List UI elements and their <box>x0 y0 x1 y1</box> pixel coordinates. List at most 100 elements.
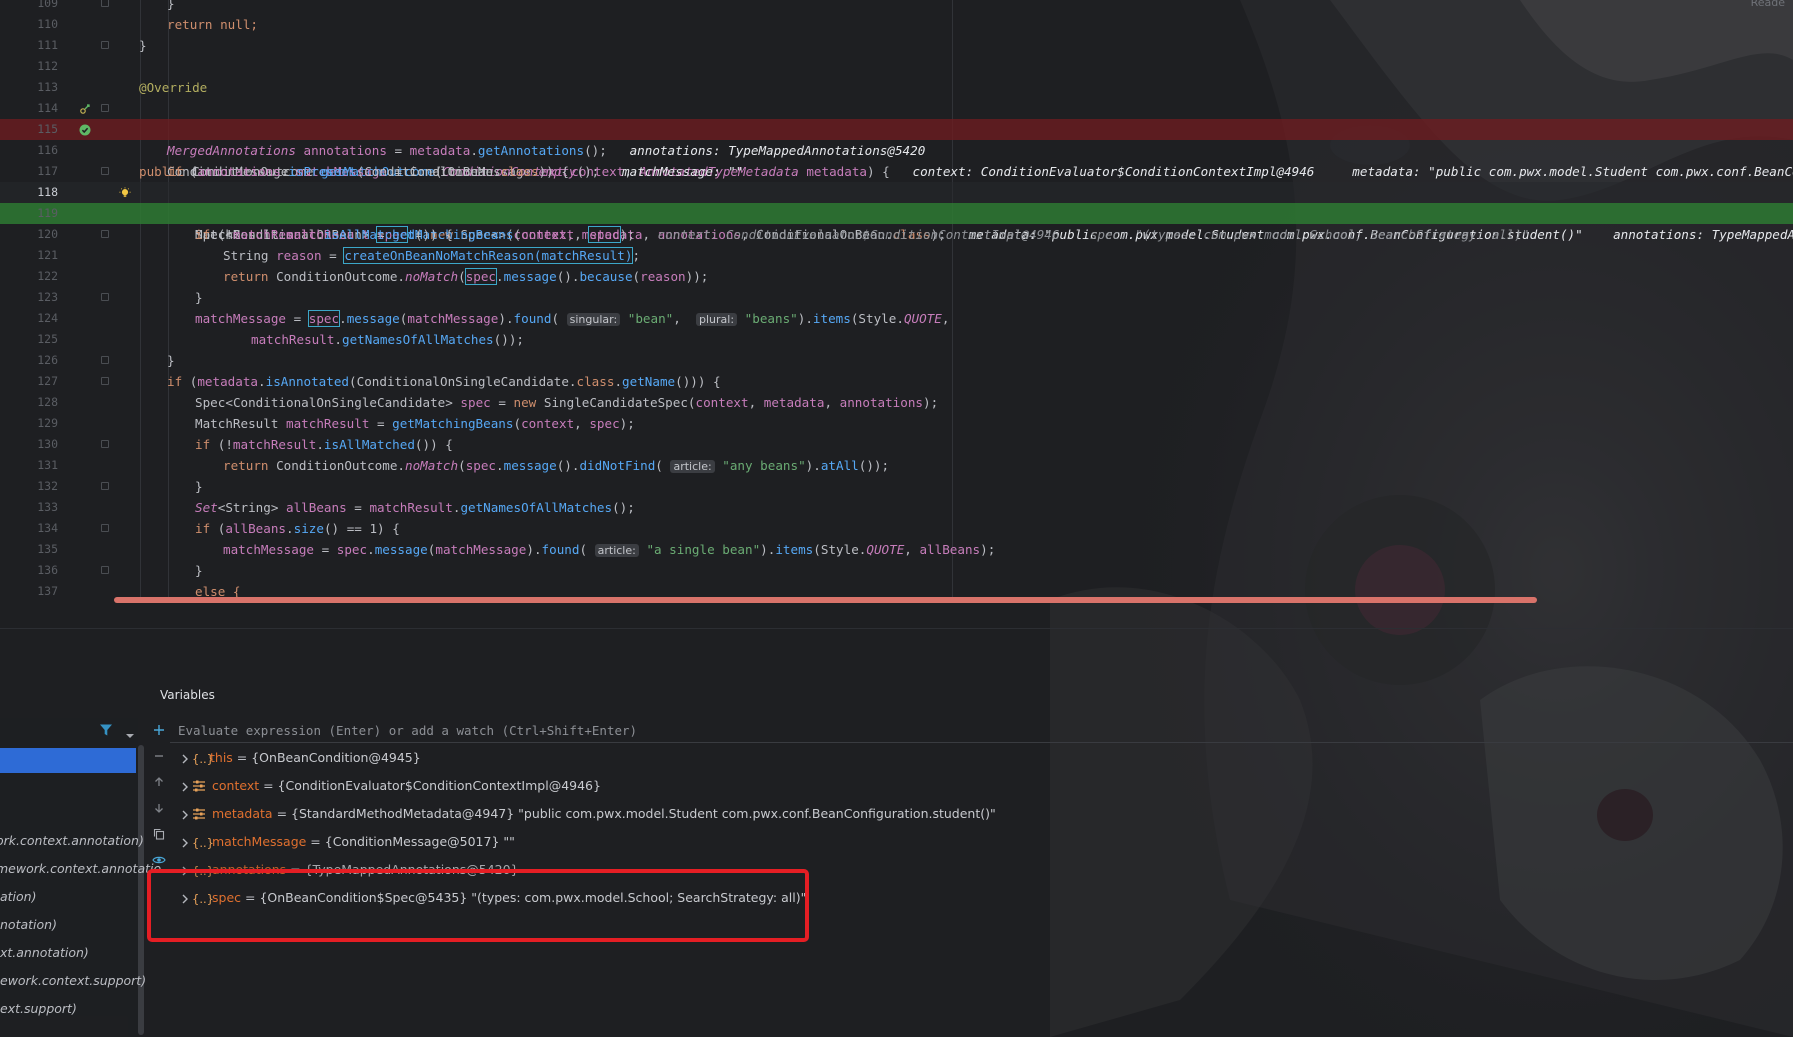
code-text: } <box>195 290 203 305</box>
code-line[interactable]: 117 if (annotations.isPresent(Conditional… <box>0 161 1793 182</box>
move-up-icon[interactable] <box>148 772 170 792</box>
copy-icon[interactable] <box>148 824 170 844</box>
code-text: } <box>167 0 175 11</box>
code-line-current[interactable]: 118 Spec<ConditionalOnBean> spec = new S… <box>0 182 1793 243</box>
code-line[interactable]: 109} <box>0 0 1793 14</box>
evaluate-expression-bar[interactable] <box>170 718 1793 743</box>
variable-string-value: "" <box>499 834 515 849</box>
line-number: 127 <box>37 374 58 388</box>
code-line-execution-point[interactable]: 119 MatchResult matchResult = getMatchin… <box>0 203 1793 243</box>
horizontal-scrollbar[interactable] <box>114 597 1537 603</box>
code-line[interactable]: 125 matchResult.getNamesOfAllMatches()); <box>0 329 1793 350</box>
code-line[interactable]: 132} <box>0 476 1793 497</box>
code-line[interactable]: 113 @Override <box>0 77 1793 98</box>
code-line[interactable]: 110 return null; <box>0 14 1793 35</box>
chevron-down-icon[interactable] <box>125 725 135 744</box>
line-number: 134 <box>37 521 58 535</box>
fold-marker[interactable] <box>101 566 109 574</box>
fold-marker[interactable] <box>101 482 109 490</box>
frame-item[interactable]: mework.context.annotatio <box>0 861 161 876</box>
frame-item[interactable]: ork.context.annotation) <box>0 833 144 848</box>
fold-marker[interactable] <box>101 41 109 49</box>
add-watch-icon[interactable] <box>148 720 170 740</box>
line-number: 121 <box>37 248 58 262</box>
chevron-right-icon[interactable] <box>178 808 192 822</box>
code-line[interactable]: 123} <box>0 287 1793 308</box>
variable-row[interactable]: metadata = {StandardMethodMetadata@4947}… <box>170 803 1270 827</box>
chevron-right-icon[interactable] <box>178 752 192 766</box>
frame-item[interactable]: ation) <box>0 889 36 904</box>
code-line[interactable]: 120 if (!matchResult.isAllMatched()) { <box>0 224 1793 245</box>
panel-divider[interactable] <box>0 628 1793 629</box>
code-line[interactable]: 128 Spec<ConditionalOnSingleCandidate> sp… <box>0 392 1793 413</box>
fold-marker[interactable] <box>101 0 109 7</box>
variable-name: matchMessage <box>212 834 307 849</box>
variable-row[interactable]: context = {ConditionEvaluator$ConditionC… <box>170 775 1270 799</box>
line-number: 119 <box>37 206 58 220</box>
variable-value: {ConditionMessage@5017} <box>324 834 500 849</box>
chevron-right-icon[interactable] <box>178 836 192 850</box>
evaluate-expression-input[interactable] <box>178 721 1078 739</box>
frame-item[interactable]: ext.support) <box>0 1001 77 1016</box>
code-line[interactable]: 131 return ConditionOutcome.noMatch(spec.… <box>0 455 1793 476</box>
fold-marker[interactable] <box>101 104 109 112</box>
variable-value: {StandardMethodMetadata@4947} <box>291 806 515 821</box>
code-editor[interactable]: Reade 109} 110 return null; 111} 112 113 @… <box>0 0 1793 607</box>
fold-marker[interactable] <box>101 377 109 385</box>
fold-marker[interactable] <box>101 230 109 238</box>
frames-scrollbar[interactable] <box>138 745 144 1035</box>
code-text: MergedAnnotations annotations = metadata… <box>167 143 926 158</box>
code-line[interactable]: 136} <box>0 560 1793 581</box>
code-line[interactable]: 133 Set<String> allBeans = matchResult.ge… <box>0 497 1793 518</box>
move-down-icon[interactable] <box>148 798 170 818</box>
variable-row[interactable]: {..} matchMessage = {ConditionMessage@50… <box>170 831 1270 855</box>
line-number: 123 <box>37 290 58 304</box>
code-line-breakpoint[interactable]: 115 ConditionMessage matchMessage = Cond… <box>0 119 1793 179</box>
fold-marker[interactable] <box>101 356 109 364</box>
variable-value: {ConditionEvaluator$ConditionContextImpl… <box>277 778 601 793</box>
code-line[interactable]: 121 String reason = createOnBeanNoMatchRe… <box>0 245 1793 266</box>
code-line[interactable]: 124 matchMessage = spec.message(matchMess… <box>0 308 1793 329</box>
frame-item[interactable]: notation) <box>0 917 57 932</box>
line-number: 132 <box>37 479 58 493</box>
code-line[interactable]: 134 if (allBeans.size() == 1) { <box>0 518 1793 539</box>
code-line[interactable]: 112 <box>0 56 1793 77</box>
annotation-highlight-box <box>147 869 809 942</box>
fold-marker[interactable] <box>101 524 109 532</box>
code-text: if (!matchResult.isAllMatched()) { <box>195 227 453 242</box>
filter-icon[interactable] <box>99 722 113 741</box>
code-line[interactable]: 114 public ConditionOutcome getMatchOutc… <box>0 98 1793 179</box>
code-text: if (metadata.isAnnotated(ConditionalOnSi… <box>167 374 721 389</box>
watch-eye-icon[interactable] <box>148 850 170 870</box>
code-line[interactable]: 129 MatchResult matchResult = getMatching… <box>0 413 1793 434</box>
fold-marker[interactable] <box>101 167 109 175</box>
fold-marker[interactable] <box>101 293 109 301</box>
fold-marker[interactable] <box>101 440 109 448</box>
breakpoint-check-icon[interactable] <box>79 124 91 136</box>
code-line[interactable]: 126} <box>0 350 1793 371</box>
code-line[interactable]: 111} <box>0 35 1793 56</box>
code-text: return null; <box>167 17 258 32</box>
code-text: Set<String> allBeans = matchResult.getNa… <box>195 500 635 515</box>
line-number: 109 <box>37 0 58 10</box>
code-line[interactable]: 130 if (!matchResult.isAllMatched()) { <box>0 434 1793 455</box>
code-line[interactable]: 122 return ConditionOutcome.noMatch(spec.… <box>0 266 1793 287</box>
code-text: @Override <box>139 80 208 95</box>
code-line[interactable]: 116 MergedAnnotations annotations = metad… <box>0 140 1793 161</box>
line-number: 130 <box>37 437 58 451</box>
line-number: 131 <box>37 458 58 472</box>
variable-name: context <box>212 778 260 793</box>
code-line[interactable]: 127 if (metadata.isAnnotated(ConditionalO… <box>0 371 1793 392</box>
chevron-right-icon[interactable] <box>178 780 192 794</box>
intention-bulb-icon[interactable] <box>119 187 131 199</box>
code-text: String reason = createOnBeanNoMatchReaso… <box>223 247 641 264</box>
variable-row[interactable]: {..} this = {OnBeanCondition@4945} <box>170 747 1270 771</box>
selected-frame[interactable] <box>0 748 136 773</box>
code-line[interactable]: 135 matchMessage = spec.message(matchMess… <box>0 539 1793 560</box>
line-number: 120 <box>37 227 58 241</box>
variables-panel-title: Variables <box>160 688 215 702</box>
frame-item[interactable]: xt.annotation) <box>0 945 89 960</box>
implementation-gutter-icon[interactable] <box>79 103 91 115</box>
frame-item[interactable]: ework.context.support) <box>0 973 146 988</box>
remove-watch-icon[interactable] <box>148 746 170 766</box>
